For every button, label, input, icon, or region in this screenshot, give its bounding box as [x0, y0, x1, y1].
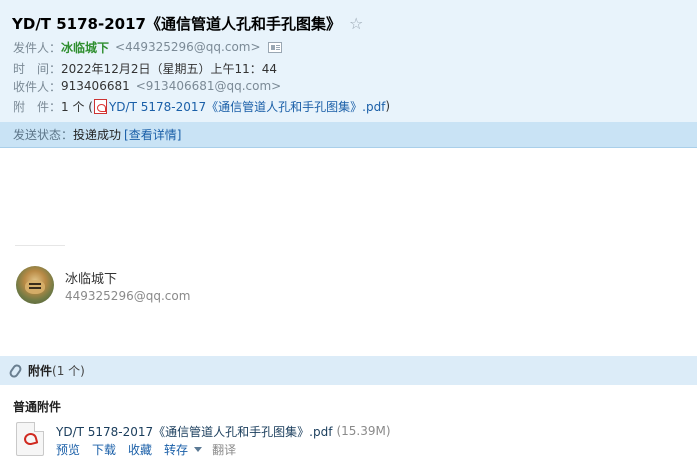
- subject-row: YD/T 5178-2017《通信管道人孔和手孔图集》 ☆: [12, 12, 363, 34]
- recipient-label: 收件人：: [13, 79, 62, 94]
- time-value: 2022年12月2日（星期五）上午11：44: [61, 61, 277, 76]
- attach-count: 1 个 (: [61, 99, 93, 114]
- pdf-icon: [93, 98, 107, 114]
- time-label: 时 间：: [13, 61, 62, 76]
- sender-name[interactable]: 冰临城下: [61, 39, 109, 56]
- attach-label: 附 件：: [13, 99, 62, 114]
- file-info: YD/T 5178-2017《通信管道人孔和手孔图集》.pdf (15.39M)…: [56, 422, 391, 458]
- save-to-button[interactable]: 转存: [164, 441, 188, 458]
- mail-header: YD/T 5178-2017《通信管道人孔和手孔图集》 ☆ 发件人： 冰临城下 …: [0, 0, 697, 122]
- recipient-name[interactable]: 913406681: [61, 79, 130, 93]
- time-row: 时 间： 2022年12月2日（星期五）上午11：44: [13, 59, 277, 77]
- signature-block: 冰临城下 449325296@qq.com: [16, 266, 190, 304]
- sender-label: 发件人：: [13, 40, 62, 55]
- attachment-summary-row: 附 件： 1 个 ( YD/T 5178-2017《通信管道人孔和手孔图集》.p…: [13, 97, 390, 115]
- attachments-title: 附件: [28, 364, 53, 378]
- favorite-button[interactable]: 收藏: [128, 441, 152, 458]
- sender-row: 发件人： 冰临城下 <449325296@qq.com>: [13, 38, 282, 56]
- send-status-bar: 发送状态： 投递成功 [查看详情]: [0, 122, 697, 148]
- recipient-email[interactable]: <913406681@qq.com>: [136, 79, 282, 93]
- download-button[interactable]: 下载: [92, 441, 116, 458]
- signature-text: 冰临城下 449325296@qq.com: [65, 268, 190, 303]
- attachment-item: YD/T 5178-2017《通信管道人孔和手孔图集》.pdf (15.39M)…: [16, 422, 391, 458]
- file-name[interactable]: YD/T 5178-2017《通信管道人孔和手孔图集》.pdf: [56, 423, 332, 440]
- attachment-section-title: 普通附件: [13, 400, 62, 414]
- translate-button[interactable]: 翻译: [212, 441, 236, 458]
- chevron-down-icon[interactable]: [194, 447, 203, 452]
- pdf-file-icon[interactable]: [16, 422, 44, 456]
- file-name-line: YD/T 5178-2017《通信管道人孔和手孔图集》.pdf (15.39M): [56, 422, 391, 440]
- avatar[interactable]: [16, 266, 54, 304]
- contact-card-icon[interactable]: [267, 41, 282, 53]
- recipient-row: 收件人： 913406681 <913406681@qq.com>: [13, 77, 281, 95]
- mail-subject: YD/T 5178-2017《通信管道人孔和手孔图集》: [12, 14, 341, 33]
- status-value: 投递成功: [73, 128, 122, 142]
- status-label: 发送状态：: [13, 128, 74, 142]
- attach-close: ): [385, 99, 391, 113]
- file-size: (15.39M): [336, 424, 391, 438]
- attachments-count: (1 个): [52, 364, 85, 378]
- signature-email: 449325296@qq.com: [65, 288, 191, 303]
- star-icon[interactable]: ☆: [349, 14, 363, 33]
- signature-name: 冰临城下: [65, 271, 118, 287]
- signature-divider: [15, 245, 65, 246]
- file-actions: 预览 下载 收藏 转存 翻译: [56, 441, 391, 458]
- attachment-link[interactable]: YD/T 5178-2017《通信管道人孔和手孔图集》.pdf: [109, 98, 385, 115]
- preview-button[interactable]: 预览: [56, 441, 80, 458]
- attachments-header: 附件 (1 个): [0, 356, 697, 385]
- sender-email[interactable]: <449325296@qq.com>: [115, 40, 261, 54]
- view-details-link[interactable]: [查看详情]: [124, 126, 181, 143]
- paperclip-icon: [7, 362, 24, 379]
